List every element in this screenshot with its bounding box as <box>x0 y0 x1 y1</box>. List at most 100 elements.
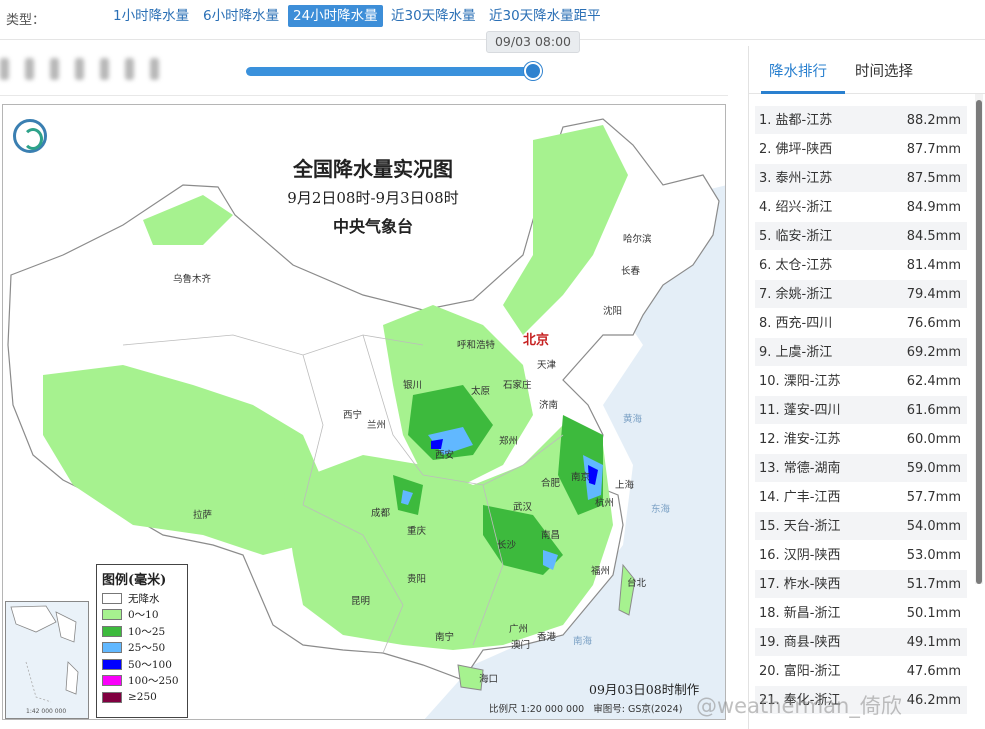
city-label: 乌鲁木齐 <box>173 274 212 285</box>
side-tabs: 降水排行 时间选择 <box>749 46 985 94</box>
sea-label: 南海 <box>573 636 593 647</box>
tab-6h-precip[interactable]: 6小时降水量 <box>198 5 284 27</box>
city-label: 太原 <box>471 386 491 397</box>
station-name: 13. 常德-湖南 <box>759 461 841 476</box>
ranking-row[interactable]: 12. 淮安-江苏 60.0mm <box>755 425 967 454</box>
station-name: 5. 临安-浙江 <box>759 229 833 244</box>
time-tooltip: 09/03 08:00 <box>486 31 580 53</box>
legend-swatch <box>102 691 122 703</box>
side-panel: 降水排行 时间选择 1. 盐都-江苏 88.2mm 2. 佛坪-陕西 87.7mm 3.… <box>748 46 985 729</box>
station-name: 10. 溧阳-江苏 <box>759 374 841 389</box>
city-label: 广州 <box>509 624 529 635</box>
precip-value: 69.2mm <box>906 345 961 360</box>
legend-swatch <box>102 592 122 604</box>
city-label: 拉萨 <box>193 510 213 521</box>
legend-swatch <box>102 609 122 621</box>
ranking-row[interactable]: 8. 西充-四川 76.6mm <box>755 309 967 338</box>
ranking-row[interactable]: 3. 泰州-江苏 87.5mm <box>755 164 967 193</box>
ranking-row[interactable]: 9. 上虞-浙江 69.2mm <box>755 338 967 367</box>
city-label: 南宁 <box>435 632 455 643</box>
ranking-row[interactable]: 7. 余姚-浙江 79.4mm <box>755 280 967 309</box>
station-name: 1. 盐都-江苏 <box>759 113 833 128</box>
legend-label: 0～10 <box>128 609 159 622</box>
legend-item: 无降水 <box>102 590 182 607</box>
ranking-row[interactable]: 10. 溧阳-江苏 62.4mm <box>755 367 967 396</box>
legend-label: 无降水 <box>128 592 160 605</box>
city-label: 银川 <box>403 380 423 391</box>
city-label: 重庆 <box>407 526 427 537</box>
tab-30d-anomaly[interactable]: 近30天降水量距平 <box>484 5 606 27</box>
precip-value: 87.7mm <box>906 142 961 157</box>
ranking-row[interactable]: 20. 富阳-浙江 47.6mm <box>755 657 967 686</box>
ranking-row[interactable]: 19. 商县-陕西 49.1mm <box>755 628 967 657</box>
precip-value: 57.7mm <box>906 490 961 505</box>
review-number: 审图号: GS京(2024) <box>593 704 683 715</box>
ranking-row[interactable]: 6. 太仓-江苏 81.4mm <box>755 251 967 280</box>
precip-value: 60.0mm <box>906 432 961 447</box>
ranking-row[interactable]: 15. 天台-浙江 54.0mm <box>755 512 967 541</box>
tab-1h-precip[interactable]: 1小时降水量 <box>108 5 194 27</box>
city-label: 哈尔滨 <box>623 234 652 245</box>
time-slider-handle[interactable] <box>524 62 542 80</box>
ranking-row[interactable]: 5. 临安-浙江 84.5mm <box>755 222 967 251</box>
city-label: 长沙 <box>497 540 517 551</box>
city-label: 武汉 <box>513 502 533 513</box>
scrollbar-thumb[interactable] <box>976 100 982 584</box>
precip-value: 47.6mm <box>906 664 961 679</box>
map-subtitle: 9月2日08时-9月3日08时 <box>287 189 459 207</box>
tab-30d-precip[interactable]: 近30天降水量 <box>386 5 481 27</box>
divider <box>0 95 728 96</box>
ranking-row[interactable]: 2. 佛坪-陕西 87.7mm <box>755 135 967 164</box>
city-label: 天津 <box>537 360 557 371</box>
city-label: 南昌 <box>541 530 561 541</box>
city-label: 长春 <box>621 266 641 277</box>
legend-swatch <box>102 642 122 654</box>
ranking-row[interactable]: 11. 蓬安-四川 61.6mm <box>755 396 967 425</box>
precip-value: 49.1mm <box>906 635 961 650</box>
sea-label: 黄海 <box>623 414 643 425</box>
legend-label: 10～25 <box>128 625 166 638</box>
legend-label: 50～100 <box>128 658 172 671</box>
watermark: @weatherman_倚欣 <box>696 694 902 718</box>
city-label: 上海 <box>615 480 635 491</box>
tab-time-select[interactable]: 时间选择 <box>855 60 913 81</box>
precip-value: 76.6mm <box>906 316 961 331</box>
legend-title: 图例(毫米) <box>102 573 167 588</box>
precip-value: 61.6mm <box>906 403 961 418</box>
station-name: 20. 富阳-浙江 <box>759 664 841 679</box>
tab-precip-ranking[interactable]: 降水排行 <box>769 60 827 81</box>
ranking-row[interactable]: 17. 柞水-陕西 51.7mm <box>755 570 967 599</box>
ranking-row[interactable]: 1. 盐都-江苏 88.2mm <box>755 106 967 135</box>
time-slider-track[interactable] <box>246 67 532 76</box>
legend-item: 0～10 <box>102 607 182 624</box>
ranking-row[interactable]: 18. 新昌-浙江 50.1mm <box>755 599 967 628</box>
city-label: 济南 <box>539 400 559 411</box>
city-label: 贵阳 <box>407 574 427 585</box>
station-name: 16. 汉阴-陕西 <box>759 548 841 563</box>
precip-value: 87.5mm <box>906 171 961 186</box>
city-label: 香港 <box>537 632 557 643</box>
station-name: 18. 新昌-浙江 <box>759 606 841 621</box>
ranking-scrollbar[interactable] <box>975 94 983 584</box>
ranking-row[interactable]: 14. 广丰-江西 57.7mm <box>755 483 967 512</box>
precip-value: 46.2mm <box>906 693 961 708</box>
city-label: 沈阳 <box>603 306 623 317</box>
precip-value: 84.5mm <box>906 229 961 244</box>
station-name: 4. 绍兴-浙江 <box>759 200 833 215</box>
legend-item: ≥250 <box>102 689 182 706</box>
precip-value: 51.7mm <box>906 577 961 592</box>
city-label: 石家庄 <box>503 380 532 391</box>
city-label: 西安 <box>435 450 455 461</box>
station-name: 15. 天台-浙江 <box>759 519 841 534</box>
play-controls[interactable] <box>0 58 175 84</box>
station-name: 6. 太仓-江苏 <box>759 258 833 273</box>
inset-scale: 1:42 000 000 <box>26 708 67 715</box>
ranking-row[interactable]: 4. 绍兴-浙江 84.9mm <box>755 193 967 222</box>
tab-24h-precip[interactable]: 24小时降水量 <box>288 5 383 27</box>
inset-graphic <box>10 605 79 703</box>
city-capital: 北京 <box>523 333 550 348</box>
legend-item: 50～100 <box>102 656 182 673</box>
type-label: 类型： <box>6 13 46 28</box>
ranking-row[interactable]: 16. 汉阴-陕西 53.0mm <box>755 541 967 570</box>
ranking-row[interactable]: 13. 常德-湖南 59.0mm <box>755 454 967 483</box>
